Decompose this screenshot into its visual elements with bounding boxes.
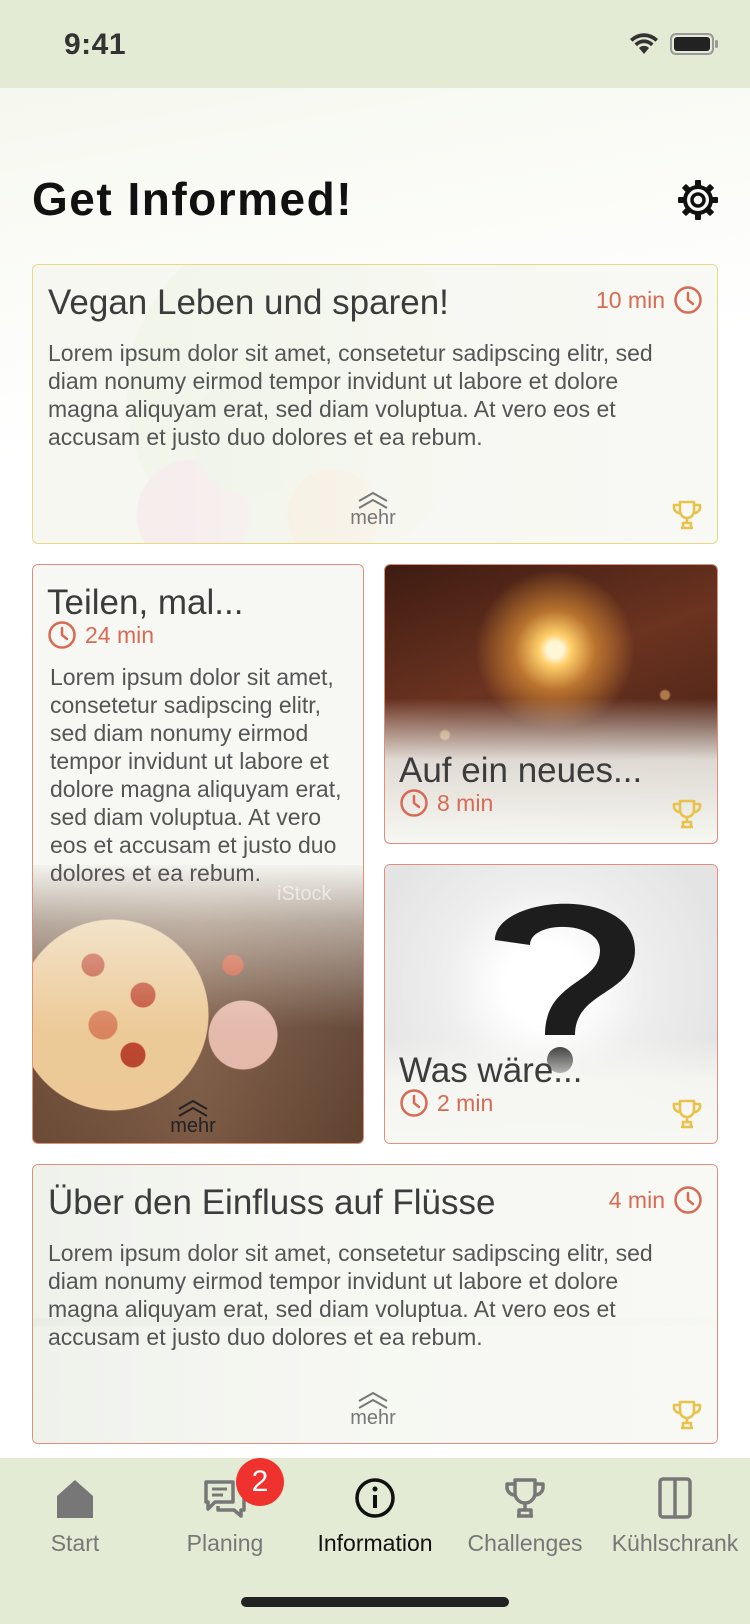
tab-challenges[interactable]: Challenges	[450, 1458, 600, 1558]
article-card-was-waere[interactable]: Was wäre... 2 min	[384, 864, 718, 1144]
watermark-text: iStock	[277, 883, 332, 905]
tab-kuehlschrank[interactable]: Kühlschrank	[600, 1458, 750, 1558]
more-label: mehr	[170, 1115, 216, 1137]
clock-icon	[400, 1089, 428, 1117]
tab-label: Planing	[186, 1530, 264, 1556]
card-duration: 24 min	[47, 620, 154, 650]
status-icons	[628, 32, 720, 56]
tab-label: Kühlschrank	[611, 1530, 739, 1556]
settings-button[interactable]	[676, 178, 720, 222]
gear-icon	[678, 180, 718, 220]
tab-information[interactable]: Information	[300, 1458, 450, 1558]
more-label: mehr	[350, 507, 396, 529]
duration-text: 24 min	[85, 621, 155, 648]
card-title: Vegan Leben und sparen!	[48, 283, 449, 322]
card-title: Teilen, mal...	[47, 583, 244, 622]
more-button[interactable]: mehr	[343, 491, 403, 530]
clock-icon	[674, 1186, 702, 1214]
card-title: Auf ein neues...	[399, 751, 643, 790]
wifi-icon	[630, 33, 658, 54]
tab-label: Challenges	[467, 1530, 583, 1556]
tab-label: Information	[317, 1530, 433, 1556]
trophy-icon[interactable]	[671, 499, 703, 531]
card-duration: 10 min	[596, 285, 703, 315]
more-button[interactable]: mehr	[163, 1099, 223, 1138]
duration-text: 4 min	[608, 1186, 665, 1213]
duration-text: 10 min	[595, 286, 665, 313]
trophy-icon[interactable]	[671, 1399, 703, 1431]
notification-badge: 2	[236, 1458, 284, 1506]
article-card-vegan[interactable]: Vegan Leben und sparen! 10 min Lorem ips…	[32, 264, 718, 544]
article-card-teilen[interactable]: Teilen, mal... 24 min Lorem ipsum dolor …	[32, 564, 364, 1144]
more-button[interactable]: mehr	[343, 1391, 403, 1430]
card-duration: 2 min	[399, 1088, 493, 1118]
page-title: Get Informed!	[32, 173, 354, 225]
card-duration: 8 min	[399, 788, 493, 818]
article-card-fluesse[interactable]: Über den Einfluss auf Flüsse 4 min Lorem…	[32, 1164, 718, 1444]
card-title: Über den Einfluss auf Flüsse	[48, 1183, 496, 1222]
clock-icon	[400, 789, 428, 817]
duration-text: 2 min	[437, 1089, 494, 1116]
card-body: Lorem ipsum dolor sit amet, consetetur s…	[48, 1240, 653, 1350]
duration-text: 8 min	[437, 789, 494, 816]
tab-label: Start	[50, 1530, 100, 1556]
card-title: Was wäre...	[399, 1051, 583, 1090]
battery-icon	[670, 33, 718, 55]
home-icon	[57, 1480, 93, 1518]
trophy-icon[interactable]	[671, 798, 703, 830]
home-indicator	[241, 1597, 509, 1607]
card-body: Lorem ipsum dolor sit amet, consetetur s…	[50, 664, 342, 886]
more-label: mehr	[350, 1407, 396, 1429]
status-time: 9:41	[64, 28, 127, 61]
trophy-icon[interactable]	[671, 1098, 703, 1130]
fridge-icon	[658, 1477, 692, 1519]
card-body: Lorem ipsum dolor sit amet, consetetur s…	[48, 340, 653, 450]
status-bar: 9:41	[0, 0, 750, 88]
tab-start[interactable]: Start	[0, 1458, 150, 1558]
trophy-icon	[505, 1478, 545, 1518]
card-duration: 4 min	[609, 1185, 703, 1215]
clock-icon	[674, 286, 702, 314]
clock-icon	[48, 621, 76, 649]
info-icon	[355, 1478, 395, 1518]
article-card-neues[interactable]: Auf ein neues... 8 min	[384, 564, 718, 844]
